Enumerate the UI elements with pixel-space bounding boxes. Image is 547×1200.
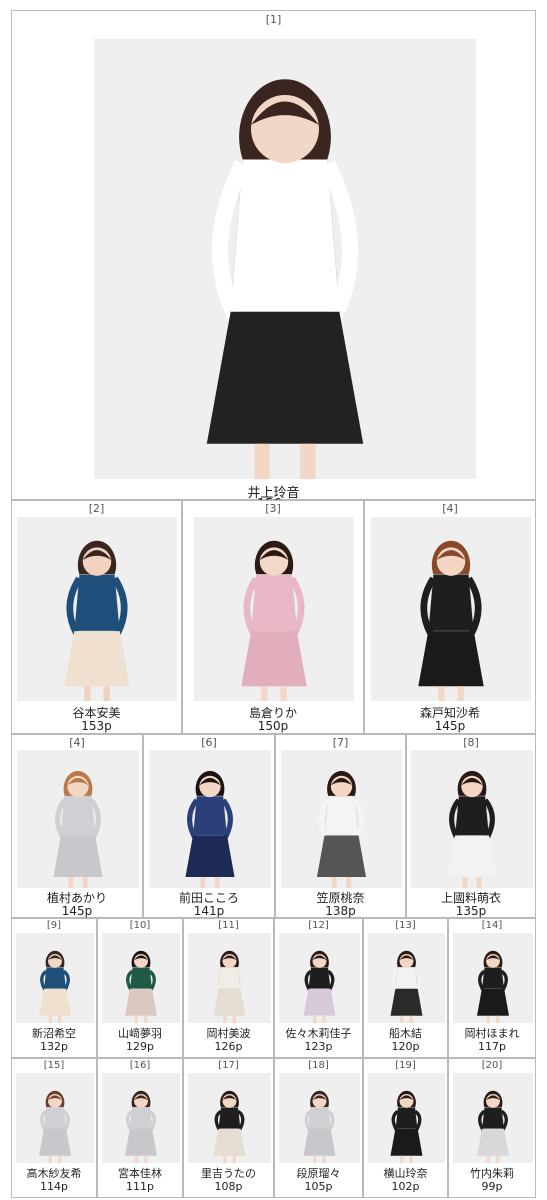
- member-name: 岡村ほまれ: [464, 1027, 520, 1040]
- member-photo: [453, 933, 533, 1023]
- member-rank: [1]: [265, 13, 282, 26]
- member-name: 竹内朱莉: [470, 1167, 514, 1180]
- member-page-count: 150p: [257, 719, 289, 733]
- member-rank: [16]: [129, 1060, 151, 1071]
- member-card: [12] 佐々木莉佳子 123p: [274, 918, 363, 1058]
- member-page-count: 145p: [434, 719, 466, 733]
- member-name: 山﨑夢羽: [118, 1027, 162, 1040]
- member-name: 宮本佳林: [118, 1167, 162, 1180]
- member-page-count: 117p: [478, 1040, 506, 1053]
- member-photo: [17, 750, 139, 888]
- member-rank: [13]: [395, 920, 416, 931]
- member-name: 佐々木莉佳子: [285, 1027, 352, 1040]
- member-rank: [2]: [88, 502, 105, 515]
- member-photo: [371, 517, 531, 701]
- member-photo: [17, 517, 177, 701]
- member-name: 岡村美波: [206, 1027, 251, 1040]
- member-rank: [9]: [46, 920, 62, 931]
- member-card: [17] 里吉うたの 108p: [183, 1058, 274, 1198]
- member-card: [7] 笠原桃奈 138p: [275, 734, 406, 918]
- member-rank: [12]: [308, 920, 329, 931]
- member-name: 里吉うたの: [201, 1167, 256, 1180]
- member-rank: [4]: [442, 502, 458, 515]
- member-photo: [279, 1073, 360, 1163]
- member-name: 段原瑠々: [296, 1167, 341, 1180]
- member-page-count: 129p: [126, 1040, 154, 1053]
- member-page-count: 123p: [304, 1040, 333, 1053]
- member-card: [4] 森戸知沙希 145p: [364, 500, 536, 734]
- member-card: [8] 上國料萌衣 135p: [406, 734, 536, 918]
- member-photo: [368, 1073, 445, 1163]
- member-page-count: 102p: [391, 1180, 420, 1193]
- member-page-count: 132p: [40, 1040, 68, 1053]
- member-rank: [14]: [481, 920, 503, 931]
- member-rank: [17]: [218, 1060, 239, 1071]
- member-card: [10] 山﨑夢羽 129p: [97, 918, 183, 1058]
- member-rank: [4]: [69, 736, 85, 749]
- member-rank: [6]: [201, 736, 217, 749]
- member-page-count: 120p: [391, 1040, 420, 1053]
- member-photo: [149, 750, 271, 888]
- member-page-count: 114p: [40, 1180, 68, 1193]
- member-page-count: 111p: [126, 1180, 154, 1193]
- member-photo: [188, 1073, 271, 1163]
- member-name: 横山玲奈: [383, 1167, 428, 1180]
- member-photo: [453, 1073, 533, 1163]
- member-photo: [194, 517, 354, 701]
- member-rank: [11]: [218, 920, 239, 931]
- member-card: [6] 前田こころ 141p: [143, 734, 275, 918]
- member-photo: [102, 933, 180, 1023]
- member-page-count: 99p: [481, 1180, 503, 1193]
- member-page-count: 108p: [214, 1180, 243, 1193]
- member-card: [11] 岡村美波 126p: [183, 918, 274, 1058]
- member-rank: [8]: [463, 736, 479, 749]
- member-rank: [7]: [332, 736, 349, 749]
- member-page-count: 105p: [304, 1180, 333, 1193]
- member-photo: [94, 39, 476, 479]
- member-page-count: 141p: [193, 904, 225, 918]
- member-rank: [15]: [43, 1060, 65, 1071]
- member-card: [16] 宮本佳林 111p: [97, 1058, 183, 1198]
- member-page-count: 138p: [325, 904, 356, 918]
- member-name: 高木紗友希: [26, 1167, 82, 1180]
- member-rank: [18]: [308, 1060, 329, 1071]
- member-page-count: 126p: [214, 1040, 243, 1053]
- member-card: [19] 横山玲奈 102p: [363, 1058, 448, 1198]
- member-page-count: 135p: [455, 904, 487, 918]
- member-card: [14] 岡村ほまれ 117p: [448, 918, 536, 1058]
- member-rank: [19]: [395, 1060, 416, 1071]
- member-page-count: 153p: [81, 719, 112, 733]
- member-card: [9] 新沼希空 132p: [11, 918, 97, 1058]
- member-card: [15] 高木紗友希 114p: [11, 1058, 97, 1198]
- member-rank: [3]: [265, 502, 281, 515]
- member-photo: [16, 933, 94, 1023]
- member-name: 船木結: [389, 1027, 422, 1040]
- member-photo: [102, 1073, 180, 1163]
- member-photo: [279, 933, 360, 1023]
- member-card: [18] 段原瑠々 105p: [274, 1058, 363, 1198]
- member-card: [1] 井上玲音156p: [11, 10, 536, 512]
- member-card: [20] 竹内朱莉 99p: [448, 1058, 536, 1198]
- member-photo: [16, 1073, 94, 1163]
- member-card: [3] 島倉りか 150p: [182, 500, 364, 734]
- member-card: [13] 船木結 120p: [363, 918, 448, 1058]
- member-rank: [10]: [129, 920, 151, 931]
- member-photo: [281, 750, 402, 888]
- member-card: [4] 植村あかり 145p: [11, 734, 143, 918]
- member-photo: [411, 750, 533, 888]
- member-photo: [188, 933, 271, 1023]
- member-name: 新沼希空: [32, 1027, 76, 1040]
- member-rank: [20]: [481, 1060, 503, 1071]
- member-card: [2] 谷本安美 153p: [11, 500, 182, 734]
- member-page-count: 145p: [61, 904, 93, 918]
- ranking-grid: [1] 井上玲音156p[2] 谷本安美153p[3] 島倉りか150: [0, 0, 547, 1200]
- member-photo: [368, 933, 445, 1023]
